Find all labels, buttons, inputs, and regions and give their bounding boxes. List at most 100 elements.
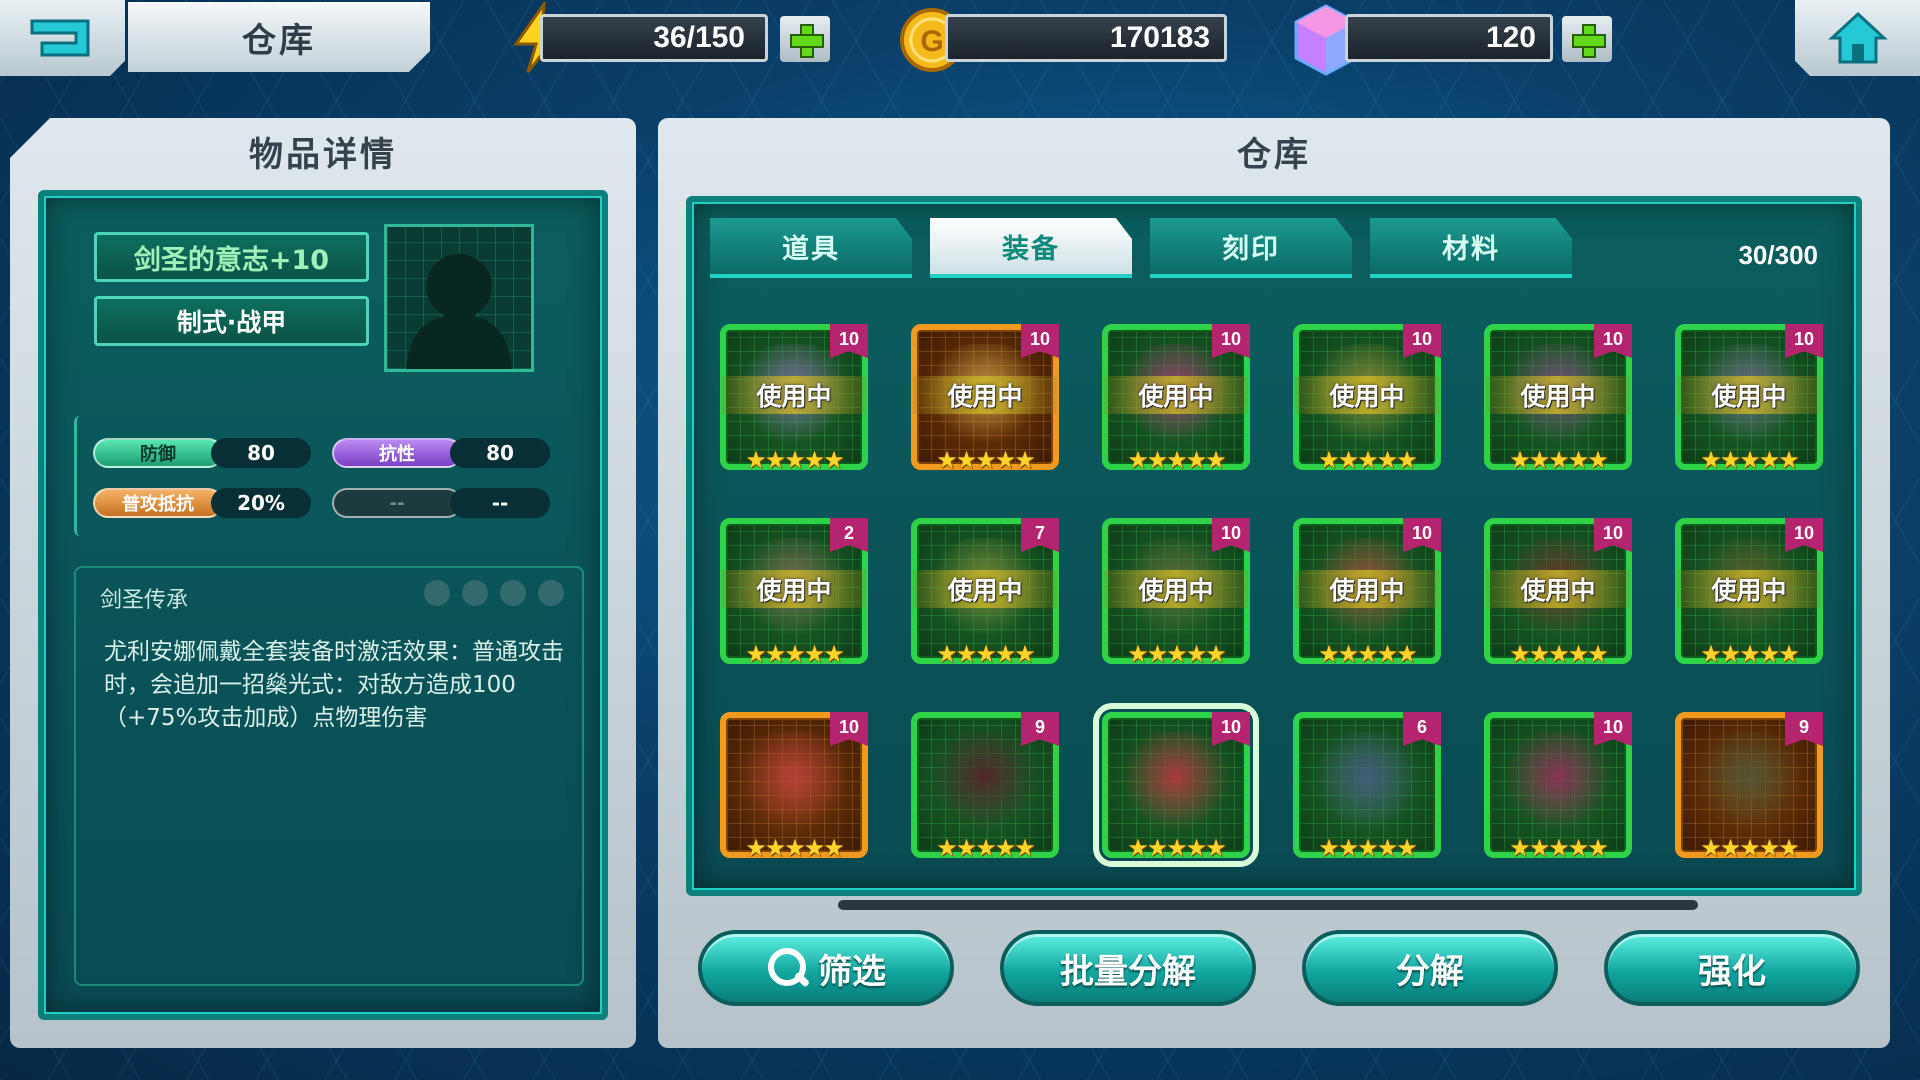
stat-defense: 防御 80 (93, 436, 311, 470)
stat-label: 防御 (93, 438, 223, 468)
equipment-slot[interactable]: 9 ★★★★★ (1675, 712, 1823, 862)
star-rating: ★★★★★ (745, 446, 845, 474)
equipment-slot[interactable]: 10 使用中 ★★★★★ (1293, 324, 1441, 474)
level-badge: 10 (1594, 518, 1632, 552)
equipment-slot[interactable]: 10 使用中 ★★★★★ (1102, 518, 1250, 668)
equipment-slot[interactable]: 9 ★★★★★ (911, 712, 1059, 862)
star-rating: ★★★★★ (936, 640, 1036, 668)
stat-label: 普攻抵抗 (93, 488, 223, 518)
in-use-label: 使用中 (1486, 570, 1630, 608)
home-button[interactable] (1795, 0, 1920, 76)
equipment-slot[interactable]: 10 使用中 ★★★★★ (1102, 324, 1250, 474)
item-type: 制式·战甲 (94, 296, 369, 346)
tab-items[interactable]: 道具 (710, 218, 912, 278)
top-bar: 仓库 36/150 G 170183 120 (0, 0, 1920, 78)
stat-label: -- (332, 488, 462, 518)
scrollbar[interactable] (838, 900, 1698, 910)
item-name: 剑圣的意志+10 (94, 232, 369, 282)
equipment-slot[interactable]: 10 使用中 ★★★★★ (911, 324, 1059, 474)
page-title: 仓库 (128, 2, 430, 72)
star-rating: ★★★★★ (1700, 446, 1800, 474)
level-badge: 7 (1021, 518, 1059, 552)
svg-text:G: G (920, 25, 943, 58)
level-badge: 9 (1021, 712, 1059, 746)
set-name: 剑圣传承 (100, 588, 189, 613)
equipment-slot[interactable]: 10 使用中 ★★★★★ (1293, 518, 1441, 668)
level-badge: 10 (1403, 518, 1441, 552)
in-use-label: 使用中 (913, 376, 1057, 414)
back-button[interactable] (0, 0, 125, 76)
equipment-art-icon (1313, 732, 1421, 832)
energy-counter: 36/150 (540, 14, 768, 62)
in-use-label: 使用中 (722, 570, 866, 608)
equipment-slot[interactable]: 10 使用中 ★★★★★ (1675, 324, 1823, 474)
star-rating: ★★★★★ (1127, 446, 1227, 474)
capacity-counter: 30/300 (1738, 240, 1818, 270)
plus-icon (1572, 24, 1606, 58)
level-badge: 10 (1594, 712, 1632, 746)
gold-counter: 170183 (945, 14, 1227, 62)
add-gems-button[interactable] (1562, 16, 1612, 62)
tab-equipment[interactable]: 装备 (930, 218, 1132, 278)
add-energy-button[interactable] (780, 16, 830, 62)
filter-button[interactable]: 筛选 (698, 930, 954, 1006)
equipment-slot[interactable]: 10 使用中 ★★★★★ (1675, 518, 1823, 668)
equipment-art-icon (1695, 732, 1803, 832)
equipment-slot[interactable]: 10 使用中 ★★★★★ (1484, 518, 1632, 668)
equipment-slot[interactable]: 10 ★★★★★ (1484, 712, 1632, 862)
silhouette-icon (406, 253, 512, 369)
star-rating: ★★★★★ (1127, 640, 1227, 668)
in-use-label: 使用中 (913, 570, 1057, 608)
shield-icon (500, 580, 526, 606)
equipment-slot[interactable]: 10 使用中 ★★★★★ (720, 324, 868, 474)
search-icon (766, 946, 810, 990)
helmet-icon (424, 580, 450, 606)
star-rating: ★★★★★ (1509, 640, 1609, 668)
star-rating: ★★★★★ (936, 446, 1036, 474)
equipment-slot[interactable]: 10 使用中 ★★★★★ (1484, 324, 1632, 474)
in-use-label: 使用中 (1104, 570, 1248, 608)
level-badge: 10 (830, 712, 868, 746)
level-badge: 10 (1785, 518, 1823, 552)
stat-resistance: 抗性 80 (332, 436, 550, 470)
level-badge: 10 (1594, 324, 1632, 358)
armor-icon (462, 580, 488, 606)
equipment-art-icon (931, 732, 1039, 832)
in-use-label: 使用中 (722, 376, 866, 414)
set-description: 尤利安娜佩戴全套装备时激活效果：普通攻击时，会追加一招燊光式：对敌方造成100（… (104, 639, 564, 731)
equipment-slot[interactable]: 2 使用中 ★★★★★ (720, 518, 868, 668)
back-arrow-icon (30, 19, 89, 57)
decompose-button[interactable]: 分解 (1302, 930, 1558, 1006)
level-badge: 10 (1212, 518, 1250, 552)
tab-materials[interactable]: 材料 (1370, 218, 1572, 278)
panel-title: 物品详情 (249, 134, 397, 175)
in-use-label: 使用中 (1104, 376, 1248, 414)
item-detail-body: 剑圣的意志+10 制式·战甲 防御 80 抗性 80 普攻抵抗 20% -- -… (38, 190, 608, 1020)
enhance-button[interactable]: 强化 (1604, 930, 1860, 1006)
panel-title: 仓库 (1237, 134, 1311, 175)
gem-counter: 120 (1345, 14, 1553, 62)
star-rating: ★★★★★ (1127, 834, 1227, 862)
equipment-slot[interactable]: 7 使用中 ★★★★★ (911, 518, 1059, 668)
stat-label: 抗性 (332, 438, 462, 468)
batch-decompose-button[interactable]: 批量分解 (1000, 930, 1256, 1006)
level-badge: 10 (1212, 324, 1250, 358)
weapon-icon (538, 580, 564, 606)
star-rating: ★★★★★ (1318, 640, 1418, 668)
equipment-slot[interactable]: 6 ★★★★★ (1293, 712, 1441, 862)
in-use-label: 使用中 (1295, 570, 1439, 608)
in-use-label: 使用中 (1677, 570, 1821, 608)
home-icon (1827, 11, 1888, 64)
category-tabs: 道具 装备 刻印 材料 (710, 218, 1572, 278)
equipment-slot[interactable]: 10 ★★★★★ (1093, 703, 1259, 867)
equipment-slot[interactable]: 10 ★★★★★ (720, 712, 868, 862)
action-buttons: 筛选 批量分解 分解 强化 (698, 930, 1860, 1006)
level-badge: 10 (1021, 324, 1059, 358)
set-piece-icons (424, 580, 564, 606)
stat-empty: -- -- (332, 486, 550, 520)
item-grid: 10 使用中 ★★★★★ 10 使用中 ★★★★★ 10 使用中 ★★★★★ 10 使用中 ★★★★★… (720, 324, 1823, 867)
tab-imprint[interactable]: 刻印 (1150, 218, 1352, 278)
star-rating: ★★★★★ (1700, 640, 1800, 668)
in-use-label: 使用中 (1677, 376, 1821, 414)
character-portrait (384, 224, 534, 372)
